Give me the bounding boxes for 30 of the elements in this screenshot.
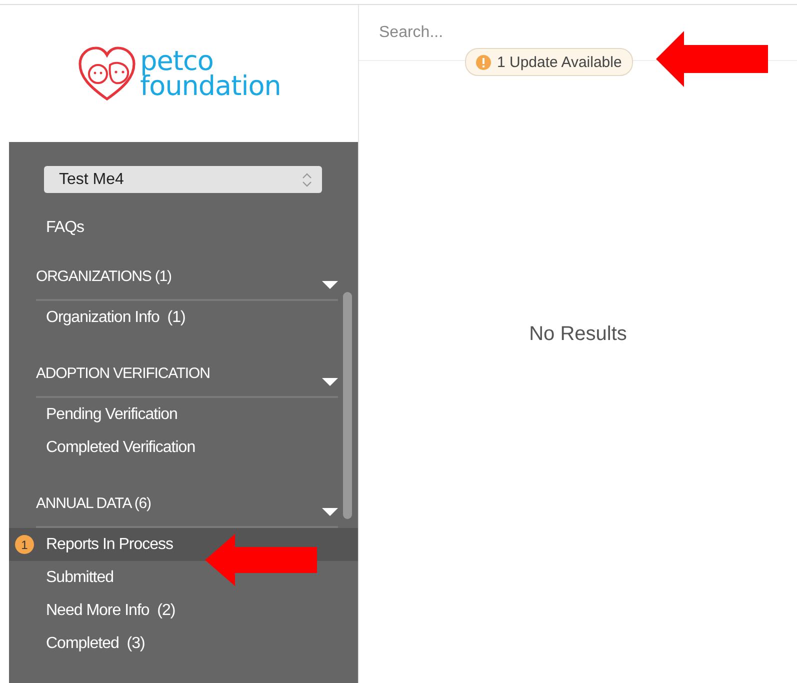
section-header[interactable]: ORGANIZATIONS (1) — [36, 268, 172, 284]
search-field[interactable]: Search... — [377, 22, 531, 42]
logo-wordmark: foundation — [140, 74, 281, 98]
account-select[interactable]: Test Me4 — [44, 166, 322, 193]
caret-down-icon[interactable] — [322, 507, 338, 517]
nav-item[interactable]: Completed (3) — [9, 627, 358, 660]
nav-item-label: Completed Verification — [46, 438, 196, 456]
nav-item[interactable]: Need More Info (2) — [9, 594, 358, 627]
section-header[interactable]: ANNUAL DATA (6) — [36, 494, 151, 512]
nav-item[interactable]: Submitted — [9, 561, 358, 594]
caret-down-icon[interactable] — [322, 377, 338, 387]
nav-item-label: Need More Info (2) — [46, 602, 176, 620]
empty-message: No Results — [529, 322, 627, 346]
logo-wordmark: petco — [140, 48, 214, 74]
section-header[interactable]: ADOPTION VERIFICATION — [36, 364, 210, 382]
nav-item-label: Reports In Process — [46, 536, 174, 554]
nav-item[interactable]: Pending Verification — [9, 398, 358, 431]
update-badge[interactable]: 1 Update Available — [465, 48, 633, 76]
nav-item-label: Pending Verification — [46, 406, 178, 424]
scrollbar-thumb[interactable] — [343, 292, 352, 519]
nav-item[interactable]: Completed Verification — [9, 431, 358, 464]
exclamation-icon — [476, 54, 491, 70]
nav-item[interactable]: Organization Info (1) — [9, 301, 358, 334]
nav-item-label: Submitted — [46, 568, 114, 586]
count-badge: 1 — [15, 535, 34, 554]
faqs-link[interactable]: FAQs — [46, 219, 358, 237]
caret-down-icon[interactable] — [322, 280, 338, 290]
nav-item-label: Organization Info (1) — [46, 308, 186, 326]
nav-item-label: Completed (3) — [46, 634, 145, 652]
up-down-chevron-icon — [302, 172, 312, 188]
